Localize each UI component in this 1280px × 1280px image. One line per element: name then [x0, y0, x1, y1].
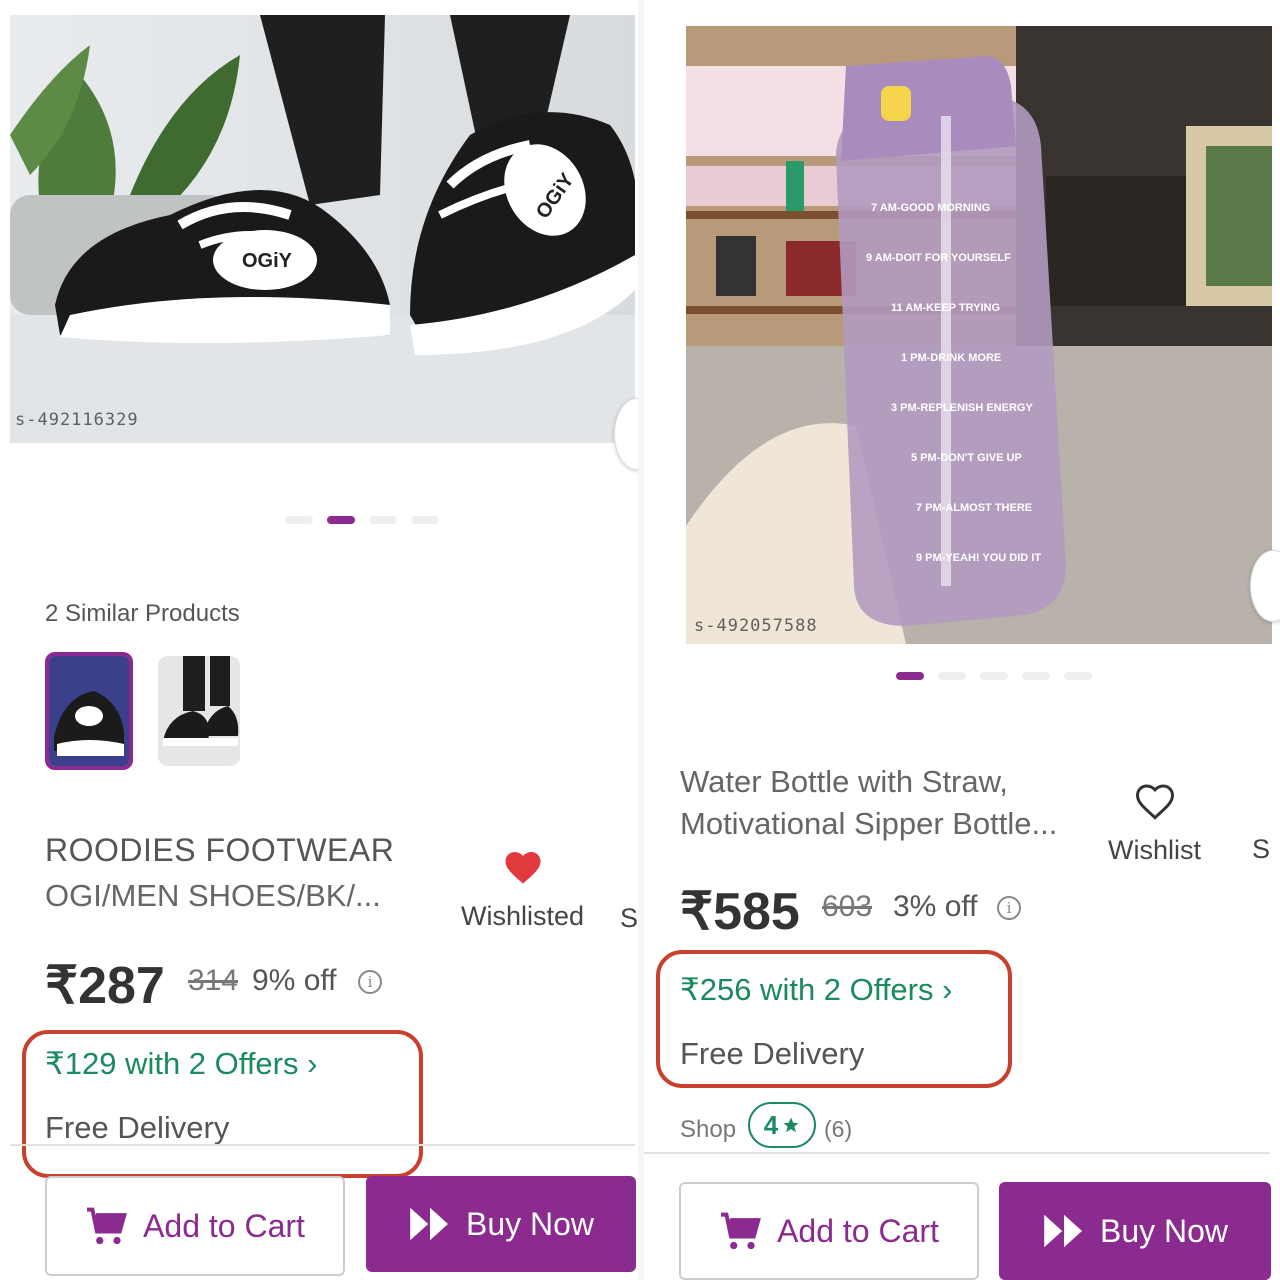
info-icon[interactable]: i [997, 896, 1021, 920]
carousel-dot-active[interactable] [896, 672, 924, 680]
carousel-dot[interactable] [369, 516, 397, 524]
delivery-info: Free Delivery [680, 1036, 865, 1071]
discount-percent: 3% off [893, 890, 978, 923]
svg-text:OGiY: OGiY [242, 250, 293, 272]
star-icon [783, 1117, 799, 1133]
svg-text:1 PM-DRINK MORE: 1 PM-DRINK MORE [901, 352, 1001, 364]
add-to-cart-label: Add to Cart [777, 1212, 939, 1249]
left-product-panel: OGiY OGiY s-492116329 2 Similar Products [0, 0, 640, 1280]
divider [644, 1152, 1270, 1154]
product-price: ₹287 [45, 957, 165, 1015]
svg-text:5 PM-DON'T GIVE UP: 5 PM-DON'T GIVE UP [911, 452, 1022, 464]
product-mrp: 603 [822, 890, 873, 923]
product-mrp: 314 [188, 964, 239, 997]
bottle-image-sku: s-492057588 [694, 616, 818, 636]
shoe-product-image[interactable]: OGiY OGiY [10, 15, 635, 443]
share-label-peek[interactable]: S [620, 903, 638, 934]
discount-percent: 9% off [252, 964, 337, 997]
rating-value: 4 [763, 1109, 779, 1140]
bottle-product-image[interactable]: 7 AM-GOOD MORNING 9 AM-DOIT FOR YOURSELF… [686, 26, 1272, 644]
carousel-dot[interactable] [938, 672, 966, 680]
similar-product-thumb-1[interactable] [45, 652, 133, 770]
svg-text:9 AM-DOIT FOR YOURSELF: 9 AM-DOIT FOR YOURSELF [866, 252, 1011, 264]
image-carousel-dots [896, 672, 1092, 680]
svg-text:7 AM-GOOD MORNING: 7 AM-GOOD MORNING [871, 202, 990, 214]
cart-icon [721, 1212, 761, 1250]
buy-now-label: Buy Now [465, 1205, 595, 1242]
shop-label: Shop [680, 1116, 737, 1143]
delivery-info: Free Delivery [45, 1110, 230, 1145]
similar-products-title: 2 Similar Products [45, 600, 240, 627]
svg-text:9 PM-YEAH! YOU DID IT: 9 PM-YEAH! YOU DID IT [916, 552, 1041, 564]
wishlist-button[interactable]: Wishlist [1102, 782, 1207, 866]
cart-icon [87, 1207, 127, 1245]
carousel-dot[interactable] [285, 516, 313, 524]
fast-forward-icon [1044, 1214, 1082, 1248]
buy-now-button[interactable]: Buy Now [999, 1182, 1271, 1280]
buy-now-label: Buy Now [1099, 1212, 1229, 1249]
heart-filled-icon [505, 852, 540, 884]
shoe-image-sku: s-492116329 [15, 410, 139, 430]
carousel-dot[interactable] [411, 516, 439, 524]
add-to-cart-button[interactable]: Add to Cart [679, 1182, 979, 1280]
carousel-dot-active[interactable] [327, 516, 355, 524]
divider [10, 1144, 635, 1146]
rating-count: (6) [824, 1116, 853, 1142]
add-to-cart-button[interactable]: Add to Cart [45, 1176, 345, 1276]
info-icon[interactable]: i [358, 970, 382, 994]
product-price: ₹585 [680, 883, 800, 941]
wishlist-button[interactable]: Wishlisted [455, 848, 590, 932]
product-title-line-1[interactable]: Water Bottle with Straw, [680, 764, 1008, 800]
carousel-dot[interactable] [1022, 672, 1050, 680]
offer-link[interactable]: ₹129 with 2 Offers › [45, 1046, 317, 1082]
wishlist-label: Wishlist [1108, 835, 1201, 865]
carousel-dot[interactable] [1064, 672, 1092, 680]
image-carousel-dots [285, 516, 439, 524]
fast-forward-icon [410, 1207, 448, 1241]
right-product-panel: 7 AM-GOOD MORNING 9 AM-DOIT FOR YOURSELF… [644, 0, 1280, 1280]
svg-text:7 PM-ALMOST THERE: 7 PM-ALMOST THERE [916, 502, 1032, 514]
carousel-dot[interactable] [980, 672, 1008, 680]
offer-link[interactable]: ₹256 with 2 Offers › [680, 972, 952, 1008]
share-label-peek[interactable]: S [1252, 834, 1270, 865]
svg-text:11 AM-KEEP TRYING: 11 AM-KEEP TRYING [891, 302, 1000, 314]
wishlist-label: Wishlisted [460, 901, 585, 931]
product-brand: ROODIES FOOTWEAR [45, 832, 395, 868]
buy-now-button[interactable]: Buy Now [366, 1176, 636, 1272]
svg-text:3 PM-REPLENISH ENERGY: 3 PM-REPLENISH ENERGY [891, 402, 1033, 414]
add-to-cart-label: Add to Cart [143, 1207, 305, 1244]
heart-outline-icon [1135, 784, 1174, 820]
similar-product-thumb-2[interactable] [158, 656, 240, 766]
shop-rating-badge[interactable]: 4 [748, 1102, 816, 1148]
product-title[interactable]: OGI/MEN SHOES/BK/... [45, 878, 381, 914]
product-title-line-2[interactable]: Motivational Sipper Bottle... [680, 806, 1057, 842]
